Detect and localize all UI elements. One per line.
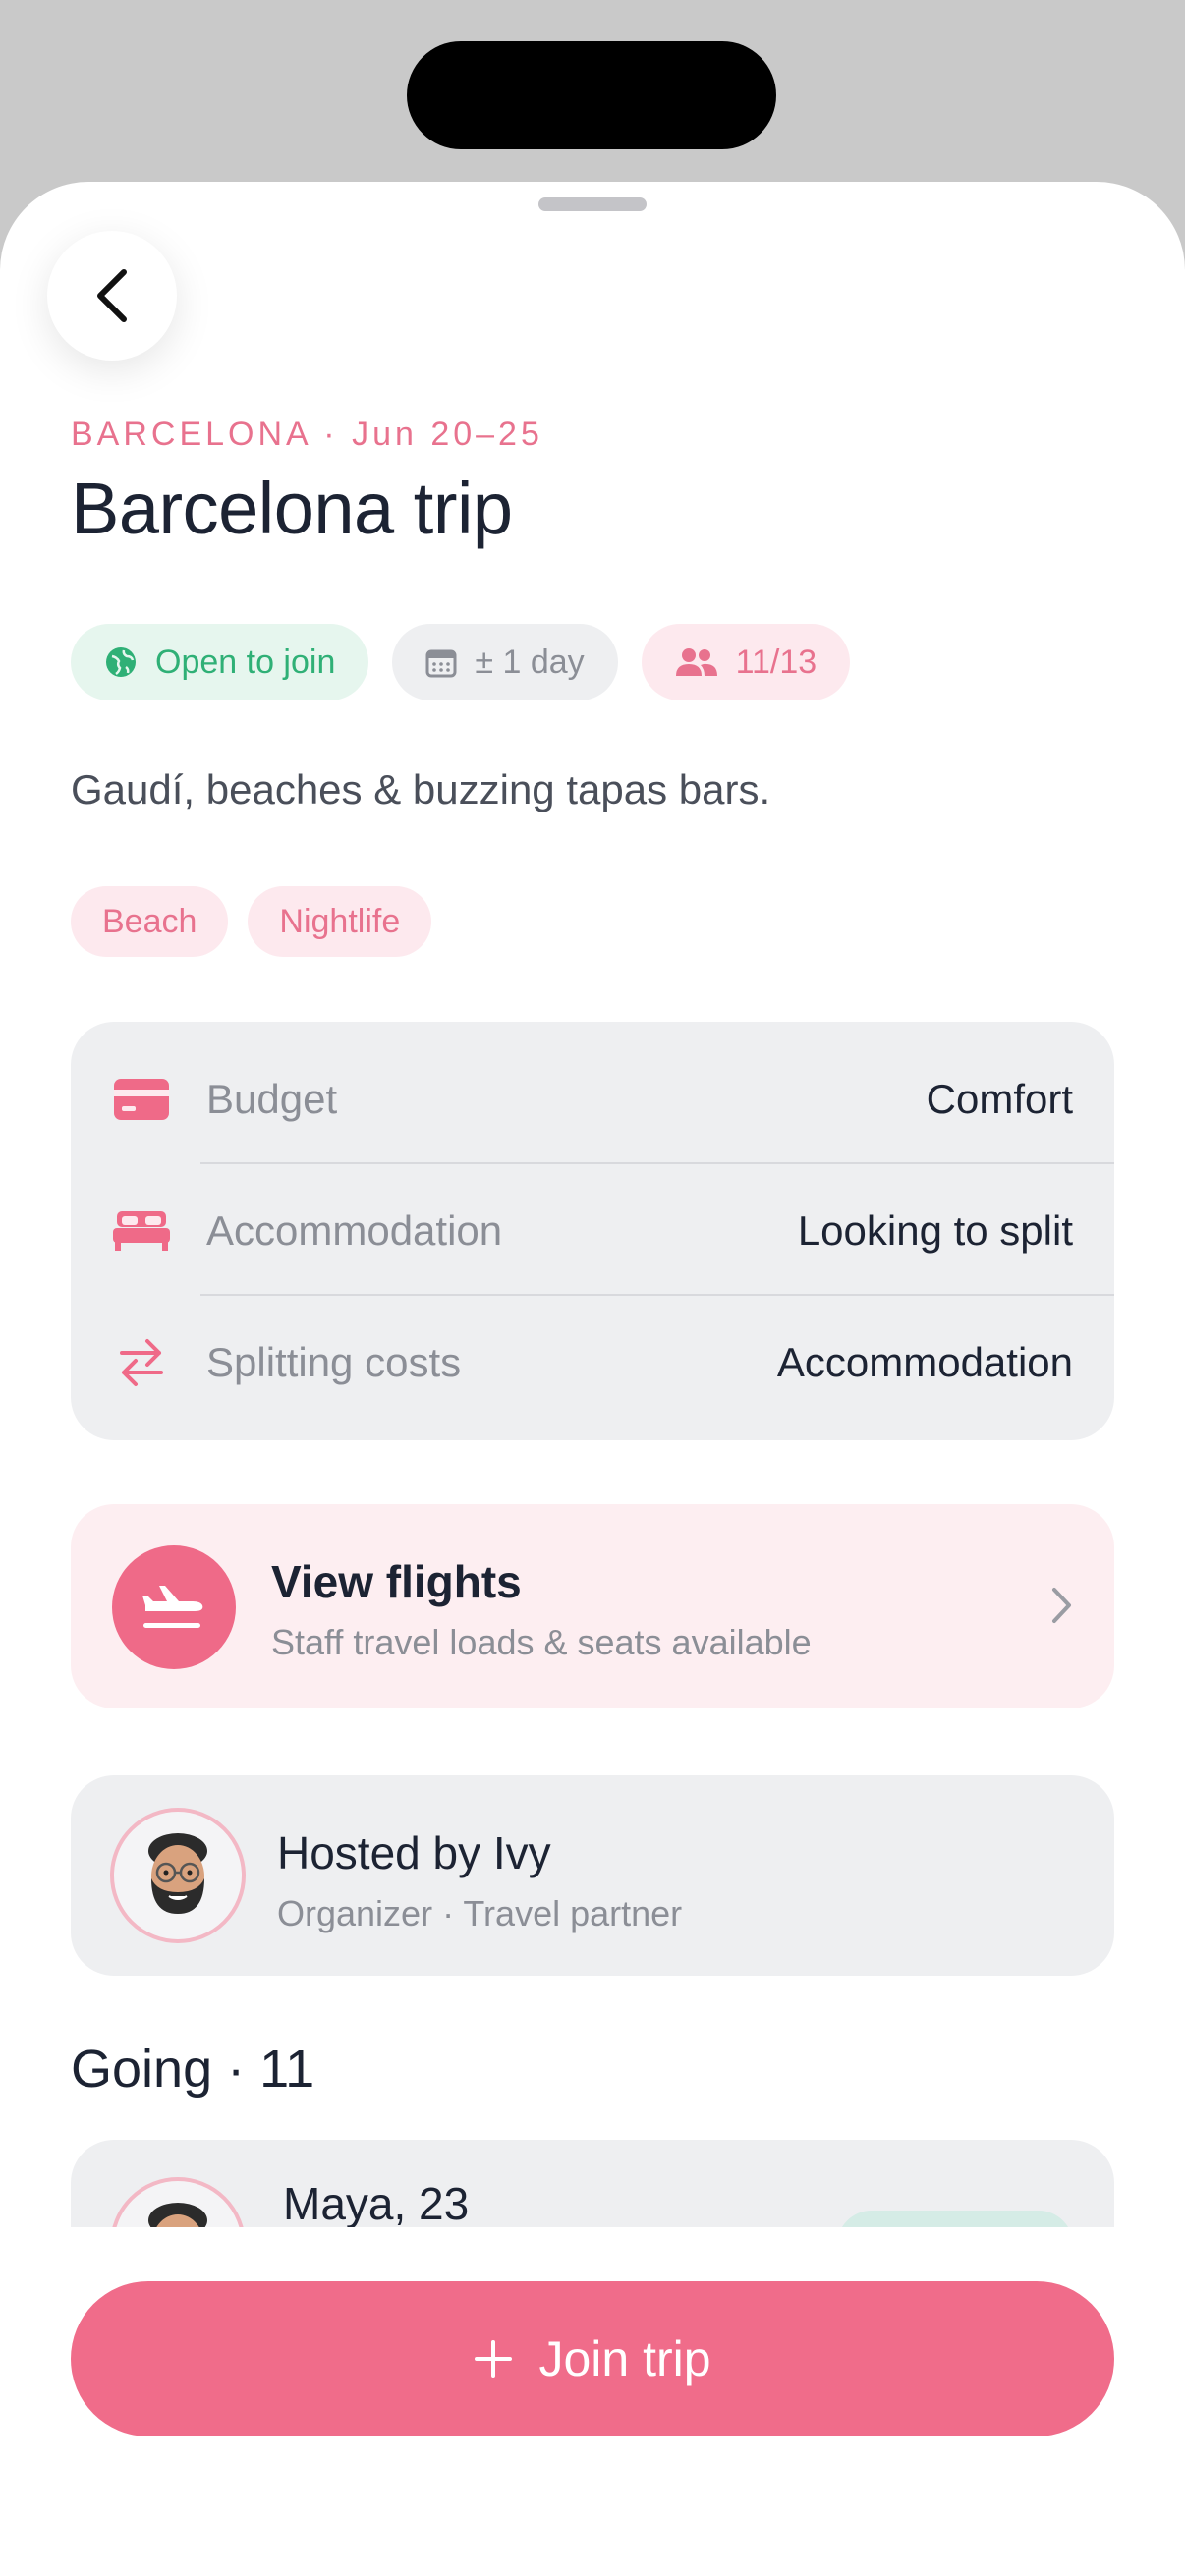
going-heading: Going · 11 (71, 2040, 315, 2099)
tag-nightlife[interactable]: Nightlife (248, 886, 432, 957)
accommodation-label: Accommodation (206, 1207, 503, 1254)
tag-beach[interactable]: Beach (71, 886, 229, 957)
credit-card-icon (112, 1070, 171, 1129)
divider (200, 1294, 1114, 1296)
chevron-left-icon (97, 269, 127, 322)
trip-description: Gaudí, beaches & buzzing tapas bars. (71, 766, 771, 812)
splitting-costs-value: Accommodation (776, 1339, 1073, 1385)
swap-arrows-icon (112, 1333, 171, 1392)
dynamic-island (407, 41, 776, 149)
page-title: Barcelona trip (71, 468, 513, 549)
bed-icon (112, 1202, 171, 1260)
splitting-costs-row: Splitting costs Accommodation (71, 1297, 1114, 1428)
open-to-join-label: Open to join (155, 643, 336, 681)
member-count-chip: 11/13 (641, 624, 851, 700)
host-avatar (110, 1808, 246, 1943)
budget-row: Budget Comfort (71, 1034, 1114, 1165)
member-count-label: 11/13 (735, 643, 818, 681)
people-icon (675, 648, 717, 676)
trip-tags: Beach Nightlife (71, 886, 432, 957)
splitting-costs-label: Splitting costs (206, 1339, 462, 1385)
member-name: Maya, 23 (283, 2178, 470, 2229)
back-button[interactable] (47, 231, 177, 361)
join-trip-label: Join trip (538, 2331, 711, 2386)
sheet-grabber[interactable] (538, 197, 647, 211)
globe-icon (106, 647, 136, 677)
budget-value: Comfort (926, 1076, 1073, 1122)
date-flex-label: ± 1 day (475, 643, 585, 681)
budget-label: Budget (206, 1076, 338, 1122)
host-name: Hosted by Ivy (277, 1827, 551, 1878)
accommodation-row: Accommodation Looking to split (71, 1165, 1114, 1297)
view-flights-subtitle: Staff travel loads & seats available (271, 1622, 812, 1662)
trip-sheet: BARCELONA · Jun 20–25 Barcelona trip Ope… (0, 182, 1185, 2576)
view-flights-title: View flights (271, 1556, 522, 1607)
trip-status-chips: Open to join ± 1 day 11/13 (71, 624, 851, 700)
date-flex-chip: ± 1 day (392, 624, 618, 700)
host-card[interactable]: Hosted by Ivy Organizer · Travel partner (71, 1775, 1114, 1976)
chevron-right-icon (1052, 1588, 1071, 1623)
join-trip-button[interactable]: Join trip (71, 2281, 1114, 2436)
host-subtitle: Organizer · Travel partner (277, 1893, 683, 1933)
open-to-join-chip: Open to join (71, 624, 369, 700)
divider (200, 1162, 1114, 1164)
accommodation-value: Looking to split (797, 1207, 1073, 1254)
trip-location-dates: BARCELONA · Jun 20–25 (71, 416, 543, 453)
view-flights-card[interactable]: View flights Staff travel loads & seats … (71, 1504, 1114, 1708)
calendar-icon (425, 649, 457, 678)
plane-icon (112, 1545, 236, 1669)
trip-details-card: Budget Comfort Accommodation Looking to … (71, 1022, 1114, 1440)
plus-icon (475, 2340, 513, 2378)
